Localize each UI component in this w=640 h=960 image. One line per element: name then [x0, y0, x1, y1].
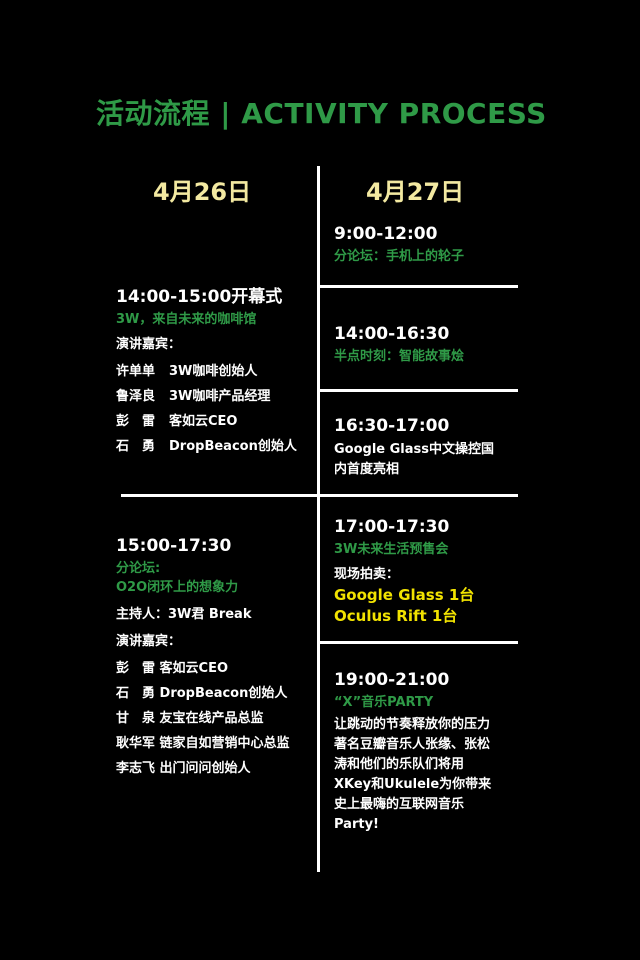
description-line: 让跳动的节奏释放你的压力 — [334, 717, 491, 732]
speakers-label: 演讲嘉宾： — [116, 337, 182, 352]
right-session-4: 17:00-17:30 3W未来生活预售会 现场拍卖： Google Glass… — [334, 517, 474, 626]
left-session-1: 14:00-15:00开幕式 3W，来自未来的咖啡馆 演讲嘉宾： 许单单 3W咖… — [116, 282, 297, 460]
page-title: 活动流程 | ACTIVITY PROCESS — [96, 97, 547, 130]
description-line: XKey和Ukulele为你带来 — [334, 777, 492, 792]
session-time: 17:00-17:30 — [334, 517, 450, 537]
speaker-row: 石 勇 DropBeacon创始人 — [116, 686, 288, 701]
right-session-1: 9:00-12:00 分论坛：手机上的轮子 — [334, 224, 464, 264]
speaker-list: 彭 雷 客如云CEO 石 勇 DropBeacon创始人 甘 泉 友宝在线产品总… — [116, 657, 290, 782]
right-divider-3 — [318, 641, 518, 644]
right-session-5: 19:00-21:00 “X”音乐PARTY 让跳动的节奏释放你的压力 著名豆瓣… — [334, 670, 491, 836]
forum-label: 分论坛: — [116, 561, 161, 576]
session-desc-line: Google Glass中文操控国 — [334, 442, 495, 457]
session-time: 19:00-21:00 — [334, 670, 450, 690]
date-april-26: 4月26日 — [153, 178, 252, 206]
session-time: 9:00-12:00 — [334, 224, 438, 244]
session-desc: 3W未来生活预售会 — [334, 542, 449, 557]
speaker-role: 客如云CEO — [169, 414, 238, 429]
session-time: 14:00-16:30 — [334, 324, 450, 344]
session-desc: 半点时刻：智能故事烩 — [334, 349, 465, 364]
host: 主持人：3W君 Break — [116, 607, 252, 622]
date-april-27: 4月27日 — [366, 178, 465, 206]
auction-label: 现场拍卖： — [334, 567, 400, 582]
right-divider-2 — [318, 389, 518, 392]
right-divider-1 — [318, 285, 518, 288]
right-session-2: 14:00-16:30 半点时刻：智能故事烩 — [334, 324, 464, 364]
speaker-name: 石 勇 — [116, 439, 156, 454]
speaker-list: 许单单 3W咖啡创始人 鲁泽良 3W咖啡产品经理 彭 雷 客如云CEO 石 勇 … — [116, 360, 297, 460]
speaker-name: 鲁泽良 — [116, 389, 156, 404]
speaker-row: 耿华军 链家自如营销中心总监 — [116, 736, 290, 751]
session-time: 15:00-17:30 — [116, 536, 232, 556]
speaker-row: 甘 泉 友宝在线产品总监 — [116, 711, 264, 726]
description-line: 史上最嗨的互联网音乐 — [334, 797, 465, 812]
session-desc-line: 内首度亮相 — [334, 462, 400, 477]
auction-item: Oculus Rift 1台 — [334, 607, 458, 625]
session-time: 16:30-17:00 — [334, 416, 450, 436]
speaker-role: 3W咖啡创始人 — [169, 364, 258, 379]
session-desc: “X”音乐PARTY — [334, 695, 434, 710]
left-session-2: 15:00-17:30 分论坛: O2O闭环上的想象力 主持人：3W君 Brea… — [116, 536, 290, 782]
forum-title: O2O闭环上的想象力 — [116, 580, 239, 595]
right-session-3: 16:30-17:00 Google Glass中文操控国 内首度亮相 — [334, 416, 494, 477]
horizontal-divider — [121, 494, 518, 497]
speaker-name: 彭 雷 — [116, 414, 156, 429]
speaker-row: 石 勇 DropBeacon创始人 — [116, 435, 297, 460]
speaker-row: 彭 雷 客如云CEO — [116, 661, 228, 676]
session-desc: 分论坛：手机上的轮子 — [334, 249, 465, 264]
description-line: 著名豆瓣音乐人张缘、张松 — [334, 737, 491, 752]
description-line: 涛和他们的乐队们将用 — [334, 757, 465, 772]
speakers-label: 演讲嘉宾： — [116, 634, 182, 649]
speaker-role: 3W咖啡产品经理 — [169, 389, 271, 404]
speaker-name: 许单单 — [116, 364, 156, 379]
session-time: 14:00-15:00开幕式 — [116, 287, 283, 307]
vertical-divider — [317, 166, 320, 872]
session-subtitle: 3W，来自未来的咖啡馆 — [116, 312, 257, 327]
speaker-row: 许单单 3W咖啡创始人 — [116, 360, 297, 385]
speaker-row: 鲁泽良 3W咖啡产品经理 — [116, 385, 297, 410]
party-description: 让跳动的节奏释放你的压力 著名豆瓣音乐人张缘、张松 涛和他们的乐队们将用 XKe… — [334, 716, 491, 836]
speaker-row: 李志飞 出门问问创始人 — [116, 761, 251, 776]
speaker-role: DropBeacon创始人 — [169, 439, 297, 454]
auction-item: Google Glass 1台 — [334, 586, 475, 604]
description-line: Party! — [334, 817, 379, 832]
speaker-row: 彭 雷 客如云CEO — [116, 410, 297, 435]
